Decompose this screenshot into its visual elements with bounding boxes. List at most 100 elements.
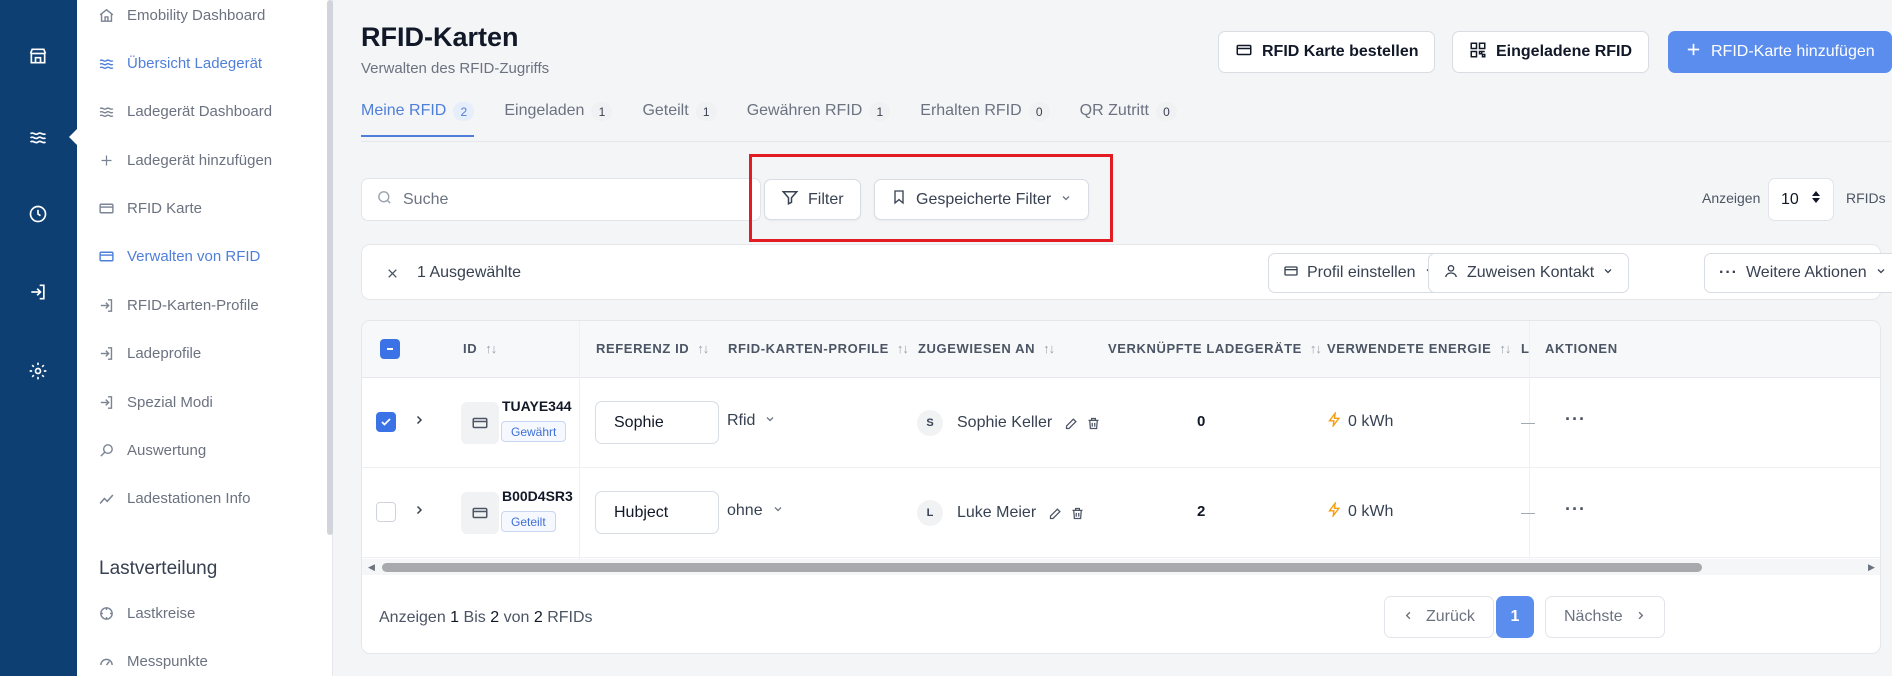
sidebar-item-ladestationen-info[interactable]: Ladestationen Info bbox=[97, 485, 250, 511]
tab-eingeladen[interactable]: Eingeladen 1 bbox=[504, 96, 613, 142]
column-energy[interactable]: VERWENDETE ENERGIE ↑↓ bbox=[1327, 341, 1511, 356]
trend-icon bbox=[97, 489, 115, 507]
sort-arrows-icon bbox=[1811, 190, 1821, 209]
card-icon bbox=[461, 492, 499, 534]
ref-id-cell bbox=[595, 491, 719, 534]
icon-rail bbox=[0, 0, 77, 676]
search-input[interactable] bbox=[403, 190, 743, 209]
pagination-info: Anzeigen 1 Bis 2 von 2 RFIDs bbox=[379, 609, 593, 627]
column-id[interactable]: ID ↑↓ bbox=[463, 341, 497, 356]
sidebar-item-label: Emobility Dashboard bbox=[127, 6, 266, 24]
page-size-unit: RFIDs bbox=[1846, 190, 1886, 206]
expand-row-icon[interactable] bbox=[413, 504, 425, 516]
next-label: Nächste bbox=[1564, 608, 1623, 625]
invited-rfid-button[interactable]: Eingeladene RFID bbox=[1452, 31, 1650, 73]
column-ref-id[interactable]: REFERENZ ID ↑↓ bbox=[596, 341, 709, 356]
pagination-mid: Bis bbox=[463, 609, 486, 626]
login-icon[interactable] bbox=[26, 280, 50, 304]
gear-icon[interactable] bbox=[26, 359, 50, 383]
select-all-checkbox[interactable] bbox=[380, 339, 400, 359]
profile-dropdown[interactable]: Rfid bbox=[727, 412, 776, 430]
sidebar-item-messpunkte[interactable]: Messpunkte bbox=[97, 648, 208, 674]
column-chargers[interactable]: VERKNÜPFTE LADEGERÄTE ↑↓ bbox=[1108, 341, 1322, 356]
order-rfid-card-button[interactable]: RFID Karte bestellen bbox=[1218, 31, 1436, 73]
add-rfid-card-button[interactable]: RFID-Karte hinzufügen bbox=[1668, 31, 1892, 73]
pagination-prefix: Anzeigen bbox=[379, 609, 446, 626]
clear-selection-icon[interactable] bbox=[382, 263, 402, 283]
profile-cell: Rfid bbox=[727, 412, 776, 430]
ref-id-input[interactable] bbox=[595, 401, 719, 444]
sidebar-item-label: Verwalten von RFID bbox=[127, 247, 261, 265]
edit-icon[interactable] bbox=[1062, 414, 1080, 432]
sidebar-item-rfid-karte[interactable]: RFID Karte bbox=[97, 195, 202, 221]
scroll-left-icon[interactable]: ◀ bbox=[368, 562, 375, 573]
sidebar-scrollbar[interactable] bbox=[327, 0, 333, 535]
sort-icon: ↑↓ bbox=[896, 341, 909, 356]
selection-count: 1 Ausgewählte bbox=[417, 264, 522, 281]
trash-icon[interactable] bbox=[1084, 414, 1102, 432]
sidebar-item-ladeprofile[interactable]: Ladeprofile bbox=[97, 340, 201, 366]
page-subtitle: Verwalten des RFID-Zugriffs bbox=[361, 60, 550, 77]
pagination-from: 1 bbox=[450, 609, 460, 626]
sidebar-item-ladegeraet-dashboard[interactable]: Ladegerät Dashboard bbox=[97, 98, 272, 124]
column-chargers-label: VERKNÜPFTE LADEGERÄTE bbox=[1108, 341, 1302, 356]
row-checkbox[interactable] bbox=[376, 502, 396, 522]
sort-icon: ↑↓ bbox=[1043, 341, 1055, 356]
sidebar-item-spezial-modi[interactable]: Spezial Modi bbox=[97, 389, 213, 415]
sidebar-item-auswertung[interactable]: Auswertung bbox=[97, 437, 206, 463]
trash-icon[interactable] bbox=[1068, 504, 1086, 522]
edit-icon[interactable] bbox=[1046, 504, 1064, 522]
table-row[interactable]: TUAYE344 Gewährt Rfid S Sophie Keller 0 bbox=[362, 378, 1880, 468]
sidebar-item-rfid-karten-profile[interactable]: RFID-Karten-Profile bbox=[97, 292, 259, 318]
sidebar-item-lastkreise[interactable]: Lastkreise bbox=[97, 600, 195, 626]
row-actions-menu-icon[interactable]: ··· bbox=[1565, 409, 1586, 430]
tab-geteilt[interactable]: Geteilt 1 bbox=[642, 96, 717, 142]
tab-label: Geteilt bbox=[642, 102, 689, 119]
search-box[interactable] bbox=[361, 178, 761, 221]
set-profile-label: Profil einstellen bbox=[1307, 264, 1416, 281]
profile-value: ohne bbox=[727, 502, 763, 519]
sidebar-item-label: Auswertung bbox=[127, 441, 207, 459]
sidebar-item-label: RFID Karte bbox=[127, 199, 203, 217]
assign-contact-button[interactable]: Zuweisen Kontakt bbox=[1428, 253, 1630, 293]
sidebar-item-label: Ladestationen Info bbox=[127, 489, 251, 507]
set-profile-button[interactable]: Profil einstellen bbox=[1268, 253, 1451, 293]
scroll-right-icon[interactable]: ▶ bbox=[1868, 562, 1875, 573]
column-energy-label: VERWENDETE ENERGIE bbox=[1327, 341, 1492, 356]
next-page-button[interactable]: Nächste bbox=[1545, 596, 1665, 638]
more-actions-button[interactable]: ··· Weitere Aktionen bbox=[1704, 253, 1892, 293]
page-size-select[interactable]: 10 bbox=[1768, 178, 1834, 221]
page-title: RFID-Karten bbox=[361, 22, 519, 52]
column-profiles[interactable]: RFID-KARTEN-PROFILE ↑↓ bbox=[728, 341, 909, 356]
row-actions-menu-icon[interactable]: ··· bbox=[1565, 499, 1586, 520]
expand-row-icon[interactable] bbox=[413, 414, 425, 426]
lightning-icon bbox=[1327, 500, 1342, 522]
profile-dropdown[interactable]: ohne bbox=[727, 502, 784, 520]
column-assigned[interactable]: ZUGEWIESEN AN ↑↓ bbox=[918, 341, 1055, 356]
scrollbar-thumb[interactable] bbox=[382, 563, 1702, 572]
sidebar-item-emobility-dashboard[interactable]: Emobility Dashboard bbox=[97, 2, 265, 28]
profile-value: Rfid bbox=[727, 412, 756, 429]
table-row[interactable]: B00D4SR3 Geteilt ohne L Luke Meier 2 bbox=[362, 468, 1880, 558]
row-checkbox[interactable] bbox=[376, 412, 396, 432]
sidebar-item-uebersicht-ladegeraet[interactable]: Übersicht Ladegerät bbox=[97, 50, 262, 76]
previous-page-button[interactable]: Zurück bbox=[1384, 596, 1494, 638]
sidebar-item-verwalten-von-rfid[interactable]: Verwalten von RFID bbox=[97, 243, 260, 269]
tab-erhalten-rfid[interactable]: Erhalten RFID 0 bbox=[920, 96, 1050, 142]
page-1-button[interactable]: 1 bbox=[1496, 596, 1534, 638]
ref-id-input[interactable] bbox=[595, 491, 719, 534]
store-icon[interactable] bbox=[26, 44, 50, 68]
horizontal-scrollbar[interactable]: ◀ ▶ bbox=[362, 559, 1880, 575]
sort-icon: ↑↓ bbox=[485, 341, 497, 356]
avatar: S bbox=[917, 410, 943, 436]
sidebar-item-ladegeraet-hinzufuegen[interactable]: Ladegerät hinzufügen bbox=[97, 147, 272, 173]
tab-qr-zutritt[interactable]: QR Zutritt 0 bbox=[1080, 96, 1177, 142]
tab-gewaehren-rfid[interactable]: Gewähren RFID 1 bbox=[747, 96, 891, 142]
assigned-cell: L Luke Meier bbox=[917, 500, 1086, 526]
clock-icon[interactable] bbox=[26, 202, 50, 226]
plus-icon bbox=[97, 151, 115, 169]
rfid-id: TUAYE344 bbox=[502, 398, 572, 414]
waves-icon[interactable] bbox=[26, 125, 50, 149]
main-content: RFID-Karten Verwalten des RFID-Zugriffs … bbox=[334, 0, 1892, 676]
tab-meine-rfid[interactable]: Meine RFID 2 bbox=[361, 96, 475, 142]
